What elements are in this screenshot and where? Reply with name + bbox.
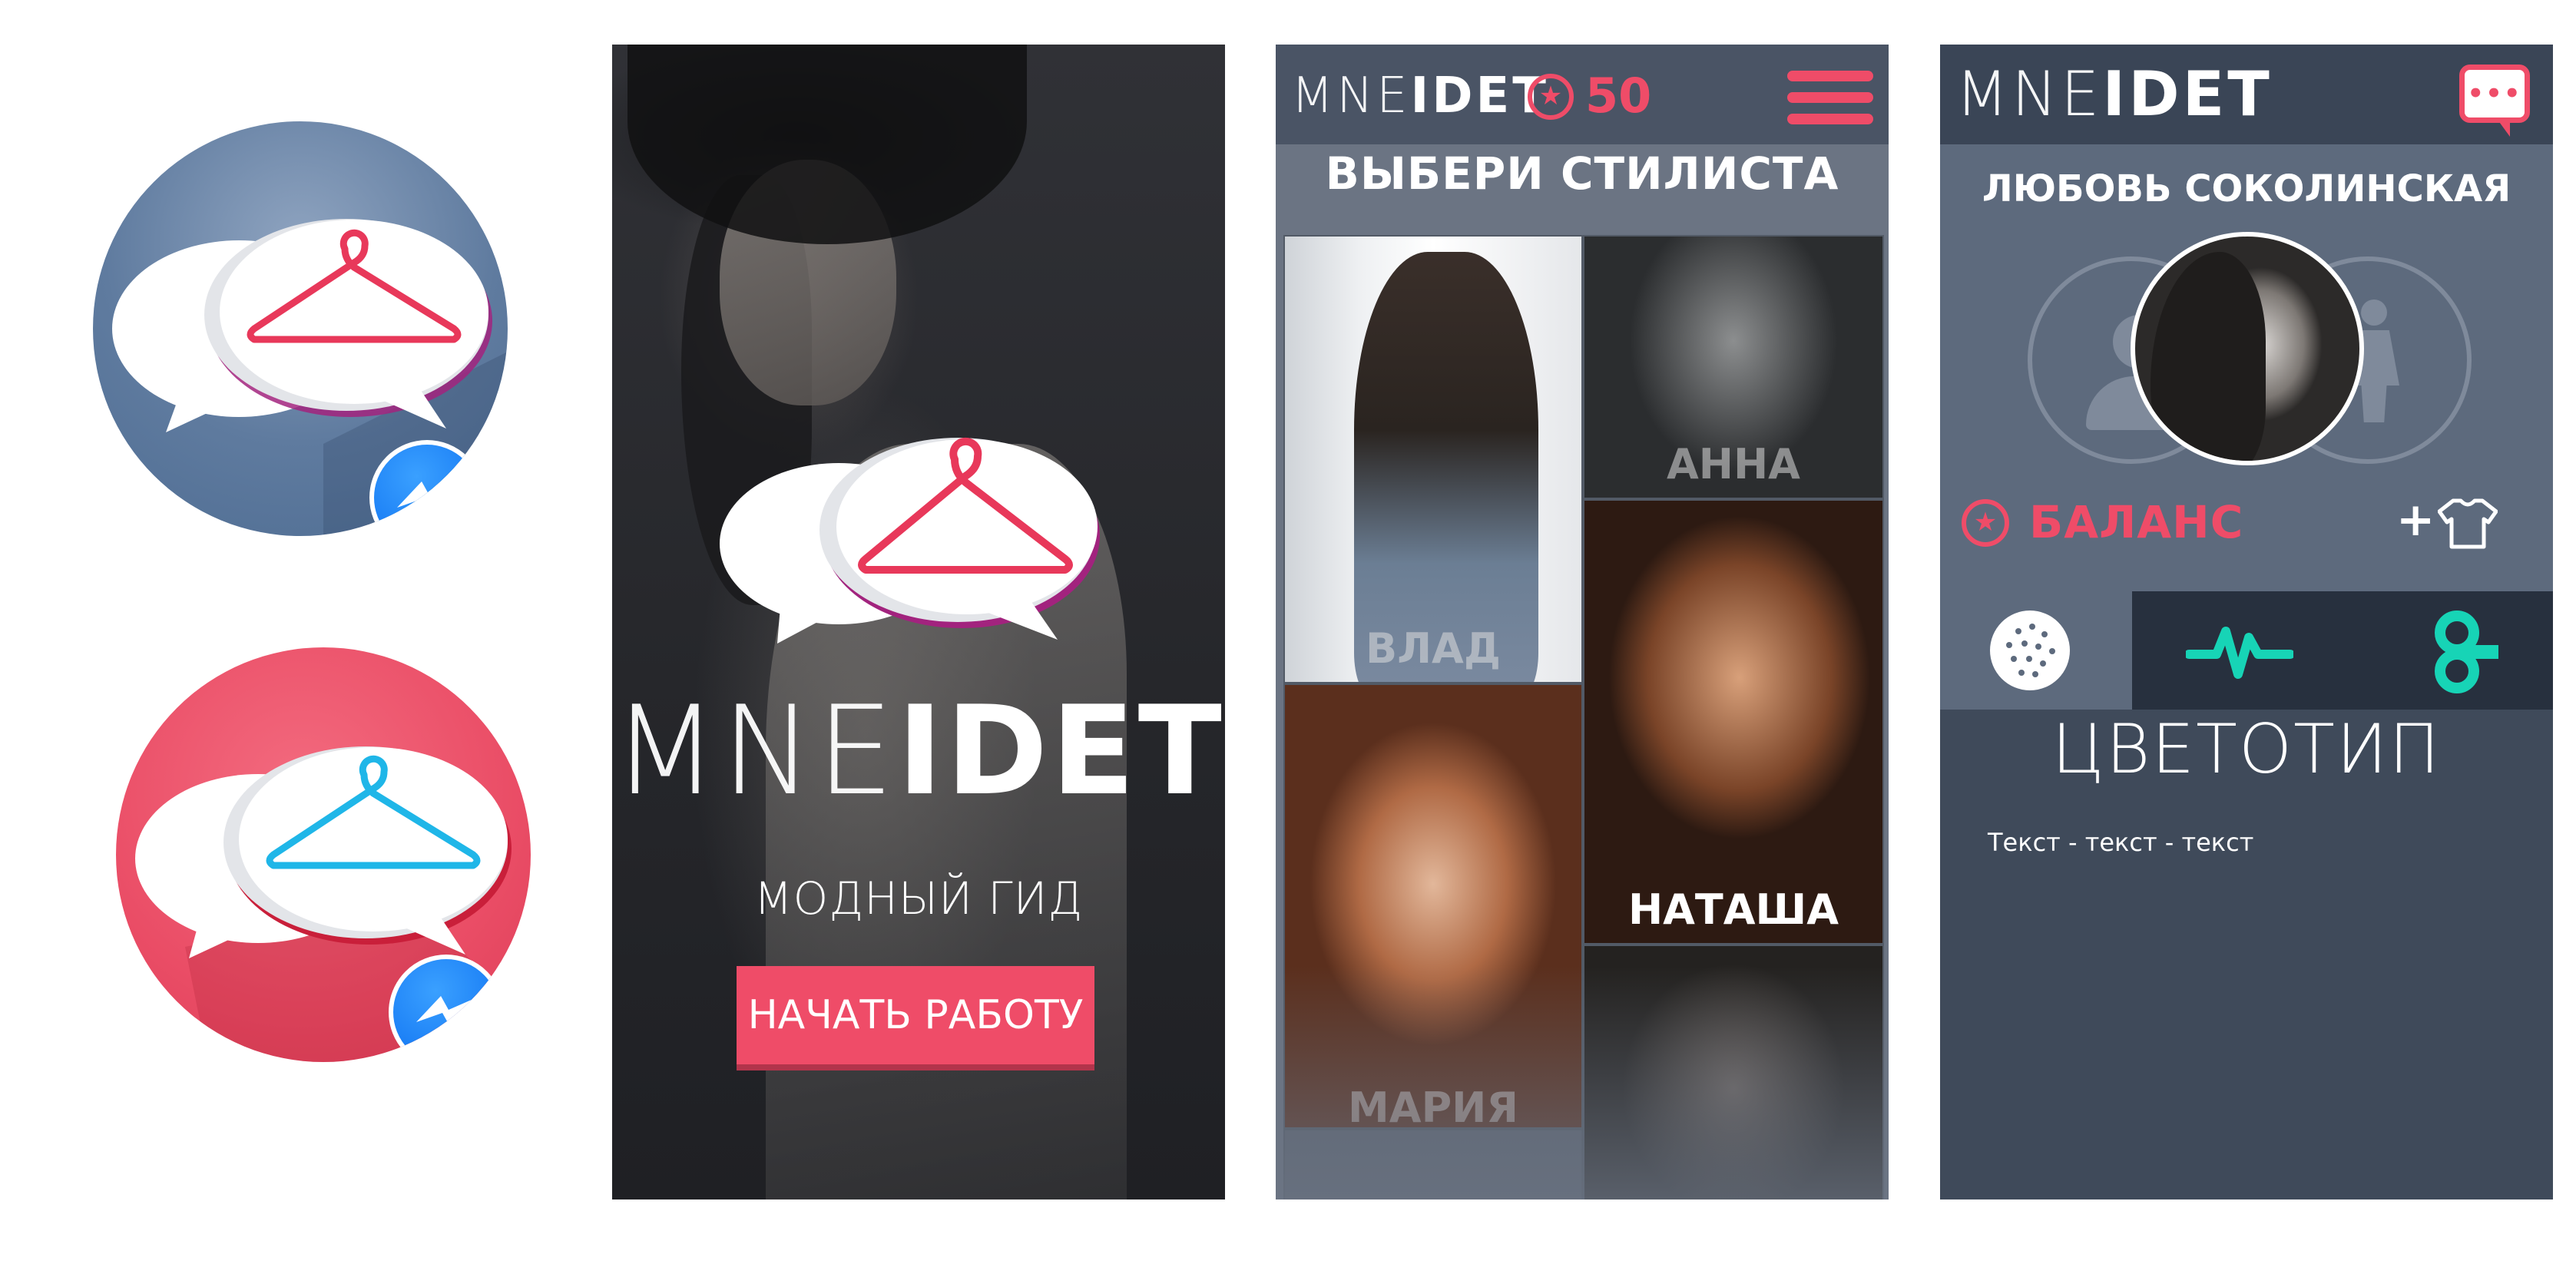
stylist-name: ВЛАД [1366,624,1501,673]
messenger-badge [369,440,485,536]
section-body-text: Текст - текст - текст [1988,828,2254,857]
tab-activity[interactable] [2132,591,2343,710]
brand-part-thin: MNE [1291,68,1411,124]
tshirt-icon[interactable] [2438,498,2498,550]
coin-count: 50 [1585,68,1652,124]
stylist-photo [1354,252,1538,682]
stylist-name: ЛЮБОВЬ СОКОЛИНСКАЯ [1982,167,2511,210]
tab-wind-up[interactable] [2343,591,2553,710]
messenger-bolt-icon [397,481,454,512]
avatar [2131,232,2364,465]
chat-icon-tail [2498,120,2510,137]
wind-up-key-icon [2435,610,2498,693]
hanger-icon [266,755,481,869]
stylist-tile[interactable]: АННА [1583,235,1884,499]
start-button[interactable]: НАЧАТЬ РАБОТУ [737,966,1094,1064]
messenger-bolt-icon [416,996,473,1027]
messenger-badge [389,955,504,1062]
tab-color-type[interactable] [1940,591,2132,710]
splash-subtitle: МОДНЫЙ ГИД [753,872,1084,925]
splash-screen: MNEIDET МОДНЫЙ ГИД НАЧАТЬ РАБОТУ [612,45,1225,1199]
coin-icon: ★ [1962,499,2009,547]
brand-part-bold: IDET [2102,58,2273,130]
brand-logo: MNEIDET [1291,69,1549,123]
palette-icon [1990,610,2070,690]
profile-screen: MNEIDET ••• ЛЮБОВЬ СОКОЛИНСКАЯ ★ БАЛАНС … [1940,45,2553,1199]
pulse-icon [2186,627,2293,679]
app-icon-pink [116,647,531,1062]
chat-icon[interactable]: ••• [2459,65,2530,123]
top-bar: MNEIDET ★ 50 [1276,45,1889,144]
hanger-icon [858,437,1073,574]
stylist-name: АННА [1667,440,1800,488]
profile-tabs [1940,591,2553,710]
page-title: ВЫБЕРИ СТИЛИСТА [1325,147,1839,200]
menu-icon[interactable] [1787,71,1873,124]
section-title: ЦВЕТОТИП [2051,710,2442,789]
balance-label[interactable]: БАЛАНС [2029,496,2243,548]
hanger-icon [247,229,462,343]
balance-row: ★ БАЛАНС + [1940,482,2553,559]
stylist-name: НАТАША [1627,885,1839,934]
brand-part-bold: IDET [897,679,1225,822]
brand-logo: MNEIDET [1955,61,2273,127]
app-icon-blue [93,121,508,536]
plus-icon[interactable]: + [2396,493,2435,547]
stylist-tile[interactable]: МАРИЯ [1283,683,1583,1129]
coin-icon: ★ [1528,74,1574,120]
stylist-tile[interactable] [1583,945,1884,1199]
stylist-name: МАРИЯ [1348,1084,1518,1129]
top-bar: MNEIDET ••• [1940,45,2553,144]
brand-part-thin: MNE [1955,58,2103,130]
stylist-tile[interactable] [1283,1129,1583,1199]
brand-logo: MNEIDET [612,690,1225,812]
stylists-screen: ВЛАД АННА НАТАША МАРИЯ MNEIDET ★ 50 ВЫБЕ… [1276,45,1889,1199]
brand-part-thin: MNE [612,679,898,822]
stylist-tile[interactable]: НАТАША [1583,499,1884,945]
stylist-tile[interactable]: ВЛАД [1283,235,1583,683]
